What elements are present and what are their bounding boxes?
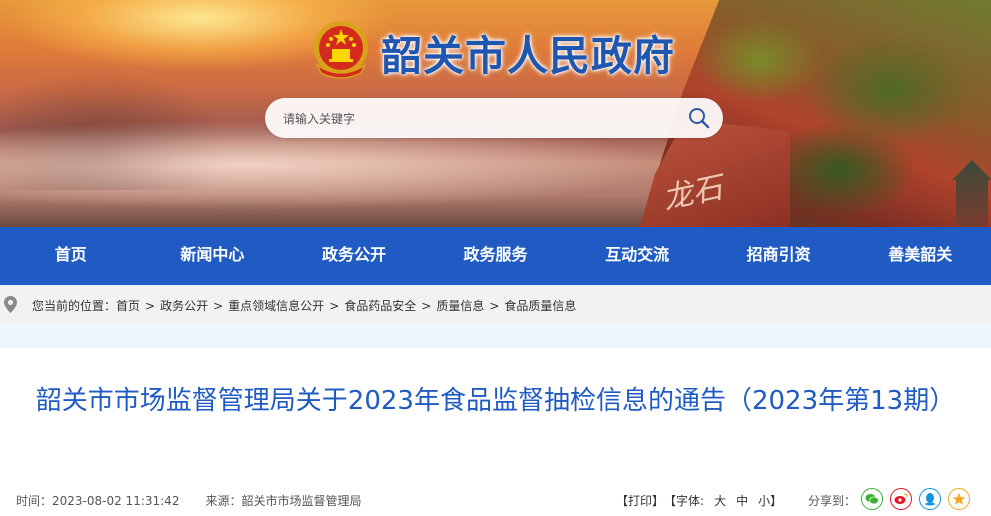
breadcrumb-item-key-areas[interactable]: 重点领域信息公开 [228, 299, 324, 313]
breadcrumb-item-home[interactable]: 首页 [116, 299, 140, 313]
article-title: 韶关市市场监督管理局关于2023年食品监督抽检信息的通告（2023年第13期） [35, 386, 956, 416]
font-small-button[interactable]: 小 [758, 494, 770, 508]
breadcrumb-separator: > [489, 299, 500, 313]
breadcrumb: 您当前的位置：首页 > 政务公开 > 重点领域信息公开 > 食品药品安全 > 质量信息 > 食品质量… [32, 297, 576, 314]
location-pin-icon [4, 296, 17, 313]
site-title: 韶关市人民政府 [381, 32, 675, 80]
qzone-icon[interactable] [948, 488, 970, 510]
qq-icon[interactable] [919, 488, 941, 510]
print-button[interactable]: 【打印】 [616, 494, 664, 508]
search-input[interactable] [281, 107, 685, 131]
nav-government-services[interactable]: 政务服务 [425, 227, 567, 285]
search-icon[interactable] [687, 106, 711, 130]
breadcrumb-item-quality-info[interactable]: 质量信息 [436, 299, 484, 313]
font-large-button[interactable]: 大 [714, 494, 726, 508]
publish-time: 时间：2023-08-02 11:31:42 [16, 494, 180, 508]
breadcrumb-separator: > [145, 299, 156, 313]
breadcrumb-separator: > [329, 299, 340, 313]
breadcrumb-item-food-drug-safety[interactable]: 食品药品安全 [344, 299, 416, 313]
share-label: 分享到： [808, 494, 857, 508]
nav-news-center[interactable]: 新闻中心 [142, 227, 284, 285]
breadcrumb-prefix: 您当前的位置： [32, 299, 117, 313]
weibo-icon[interactable] [890, 488, 912, 510]
nav-shanmei-shaoguan[interactable]: 善美韶关 [849, 227, 991, 285]
national-emblem-icon [314, 21, 368, 79]
font-medium-button[interactable]: 中 [736, 494, 748, 508]
nav-home[interactable]: 首页 [0, 227, 142, 285]
font-size-suffix: 】 [770, 494, 783, 508]
nav-government-affairs-disclosure[interactable]: 政务公开 [283, 227, 425, 285]
breadcrumb-item-food-quality-info[interactable]: 食品质量信息 [504, 299, 576, 313]
wechat-icon[interactable] [861, 488, 883, 510]
main-nav: 首页 新闻中心 政务公开 政务服务 互动交流 招商引资 善美韶关 [0, 227, 991, 285]
article-source: 来源：韶关市市场监督管理局 [205, 494, 362, 508]
breadcrumb-separator: > [213, 299, 224, 313]
article-tools: 【打印】 【字体: 大中小】 [616, 492, 782, 509]
nav-investment[interactable]: 招商引资 [708, 227, 850, 285]
nav-interaction[interactable]: 互动交流 [566, 227, 708, 285]
breadcrumb-divider-strip [0, 325, 991, 348]
breadcrumb-separator: > [421, 299, 432, 313]
font-size-prefix: 【字体: [670, 494, 705, 508]
search-box [265, 98, 723, 138]
breadcrumb-item-government-affairs[interactable]: 政务公开 [160, 299, 208, 313]
header-banner: 龙石 韶关市人民政府 [0, 0, 991, 227]
article-meta: 时间：2023-08-02 11:31:42 来源：韶关市市场监督管理局 [16, 492, 361, 509]
